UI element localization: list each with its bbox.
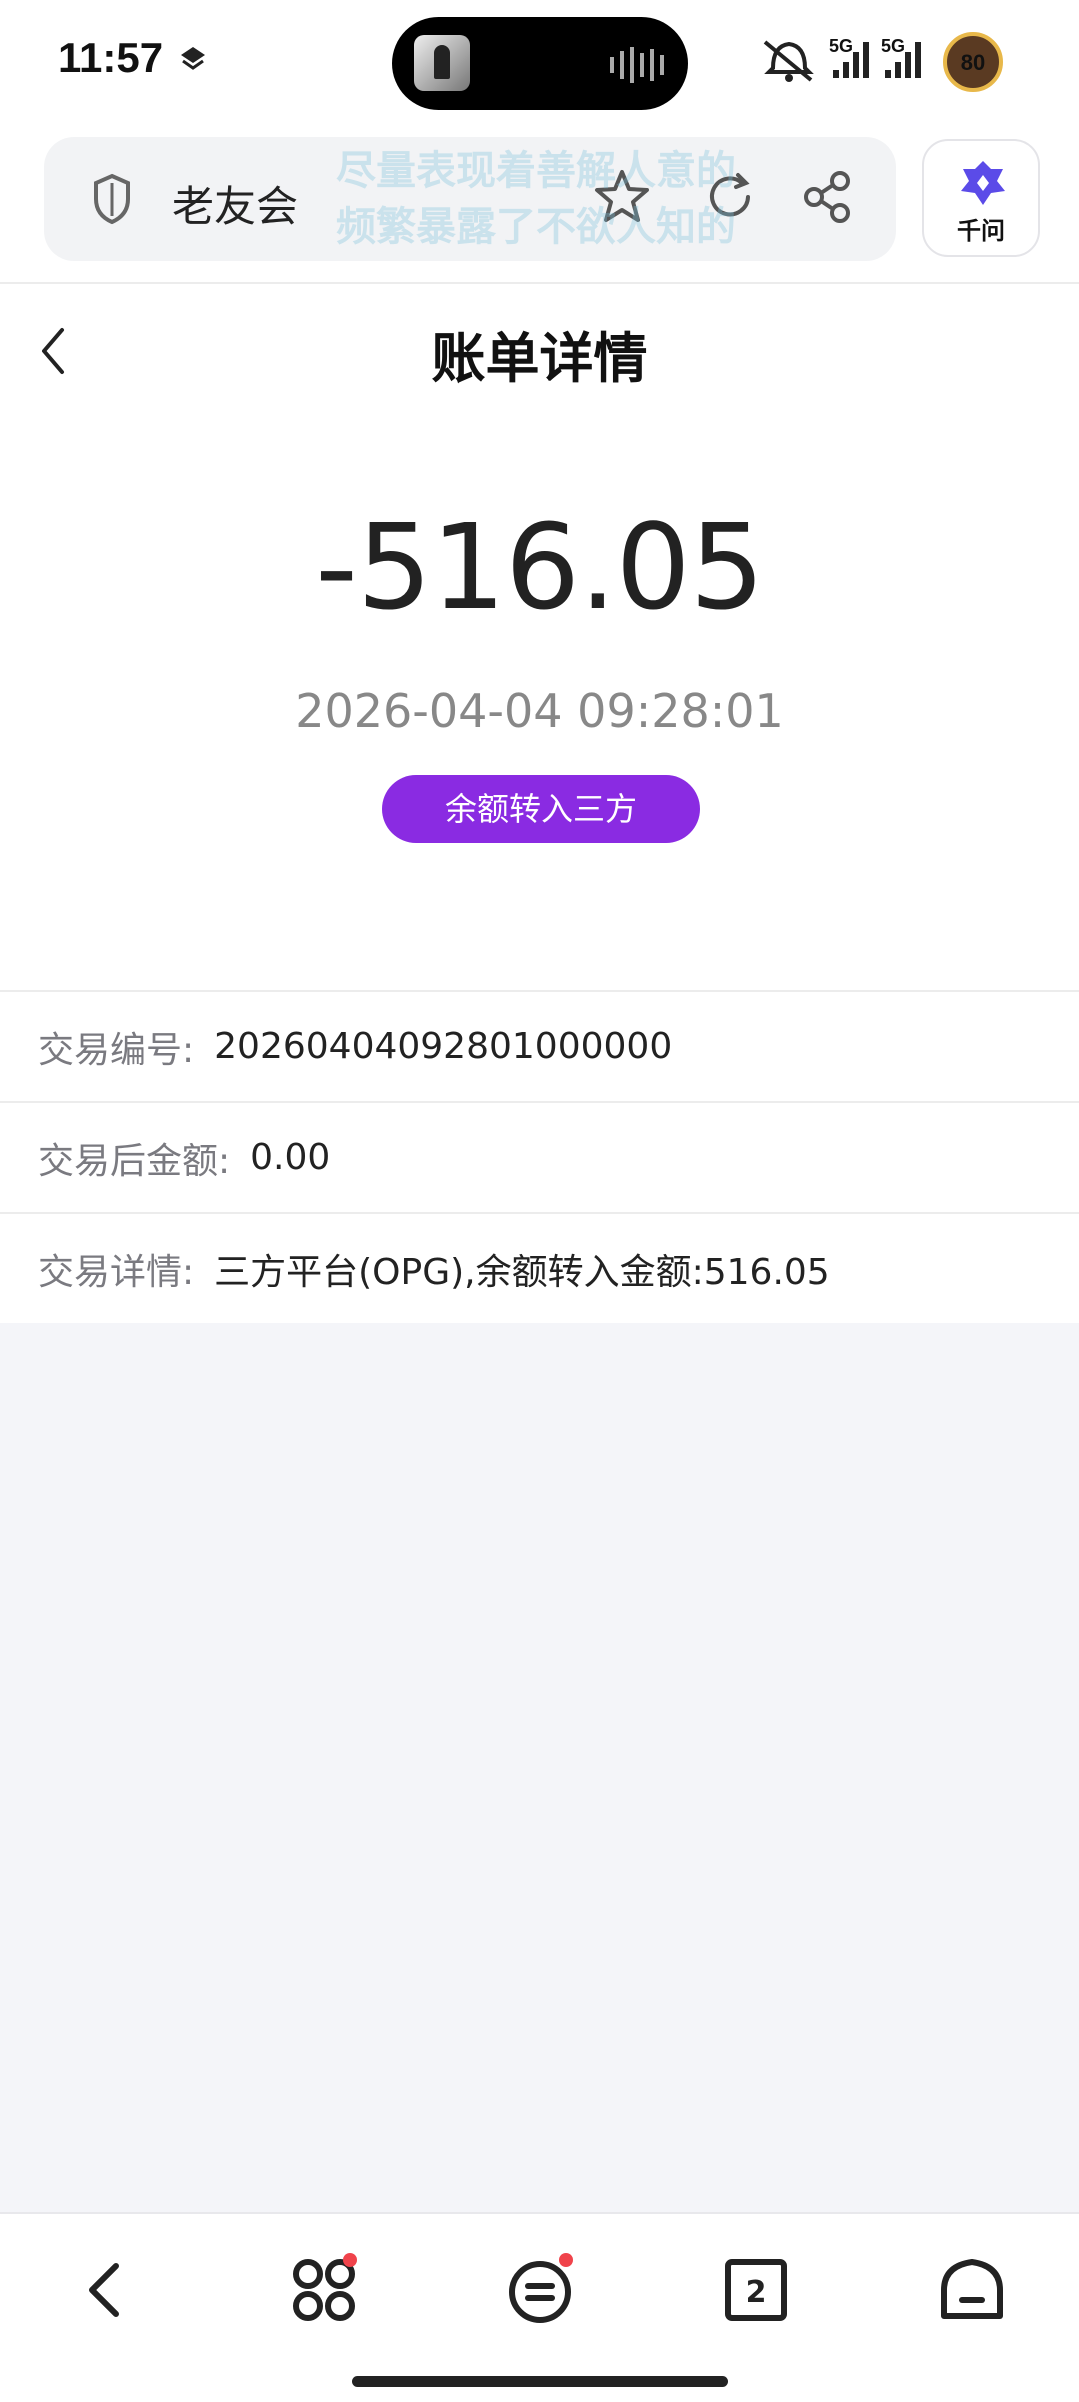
- transaction-datetime: 2026-04-04 09:28:01: [295, 684, 784, 738]
- status-right-icons: 5G 5G 80: [763, 32, 1003, 92]
- network-label-2: 5G: [881, 36, 905, 56]
- browser-toolbar: 老友会 尽量表现着善解人意的 频繁暴露了不欲人知的 千问: [0, 125, 1079, 284]
- home-indicator[interactable]: [352, 2376, 728, 2387]
- qianwen-logo-icon: [961, 161, 1005, 205]
- detail-label: 交易后金额:: [38, 1140, 231, 1182]
- transaction-amount: -516.05: [315, 498, 764, 636]
- site-name[interactable]: 老友会: [172, 173, 298, 234]
- qianwen-label: 千问: [957, 217, 1005, 245]
- status-time: 11:57: [58, 34, 164, 81]
- battery-level: 80: [961, 50, 985, 75]
- music-album-art: [414, 35, 470, 91]
- tabs-icon[interactable]: 2: [716, 2250, 796, 2330]
- detail-row-transaction-detail: 交易详情: 三方平台(OPG),余额转入金额:516.05: [0, 1214, 1079, 1323]
- lyric-watermark: 尽量表现着善解人意的 频繁暴露了不欲人知的: [336, 143, 736, 255]
- browser-bottom-nav: 2: [0, 2212, 1079, 2402]
- apps-icon[interactable]: [284, 2250, 364, 2330]
- detail-row-transaction-id: 交易编号: 20260404092801000000: [0, 992, 1079, 1103]
- network-label-1: 5G: [829, 36, 853, 56]
- back-icon[interactable]: [68, 2250, 148, 2330]
- watermark-line-2: 频繁暴露了不欲人知的: [336, 204, 736, 250]
- detail-label: 交易编号:: [38, 1029, 195, 1071]
- page-title: 账单详情: [431, 327, 648, 390]
- detail-label: 交易详情:: [38, 1251, 195, 1293]
- share-icon[interactable]: [800, 169, 856, 225]
- watermark-line-1: 尽量表现着善解人意的: [336, 148, 736, 194]
- detail-list: 交易编号: 20260404092801000000 交易后金额: 0.00 交…: [0, 990, 1079, 1323]
- bill-summary: 账单详情 -516.05 2026-04-04 09:28:01 余额转入三方: [0, 284, 1079, 990]
- detail-value: 20260404092801000000: [214, 1026, 673, 1067]
- detail-value: 0.00: [250, 1137, 331, 1178]
- tab-count: 2: [746, 2275, 767, 2310]
- mute-bell-icon: [763, 40, 814, 82]
- home-icon[interactable]: [932, 2250, 1012, 2330]
- address-bar[interactable]: 老友会 尽量表现着善解人意的 频繁暴露了不欲人知的: [44, 137, 896, 261]
- menu-icon[interactable]: [500, 2250, 580, 2330]
- transaction-type-badge: 余额转入三方: [382, 775, 700, 843]
- status-bar: 11:57 5G 5G 80: [0, 0, 1079, 125]
- shield-icon[interactable]: [92, 173, 132, 225]
- detail-value: 三方平台(OPG),余额转入金额:516.05: [214, 1251, 830, 1293]
- dynamic-island[interactable]: [392, 17, 688, 110]
- qianwen-button[interactable]: 千问: [922, 139, 1040, 257]
- location-layers-icon: [181, 47, 205, 70]
- battery-icon: 80: [943, 32, 1003, 92]
- audio-wave-icon: [610, 47, 664, 83]
- detail-row-balance-after: 交易后金额: 0.00: [0, 1103, 1079, 1214]
